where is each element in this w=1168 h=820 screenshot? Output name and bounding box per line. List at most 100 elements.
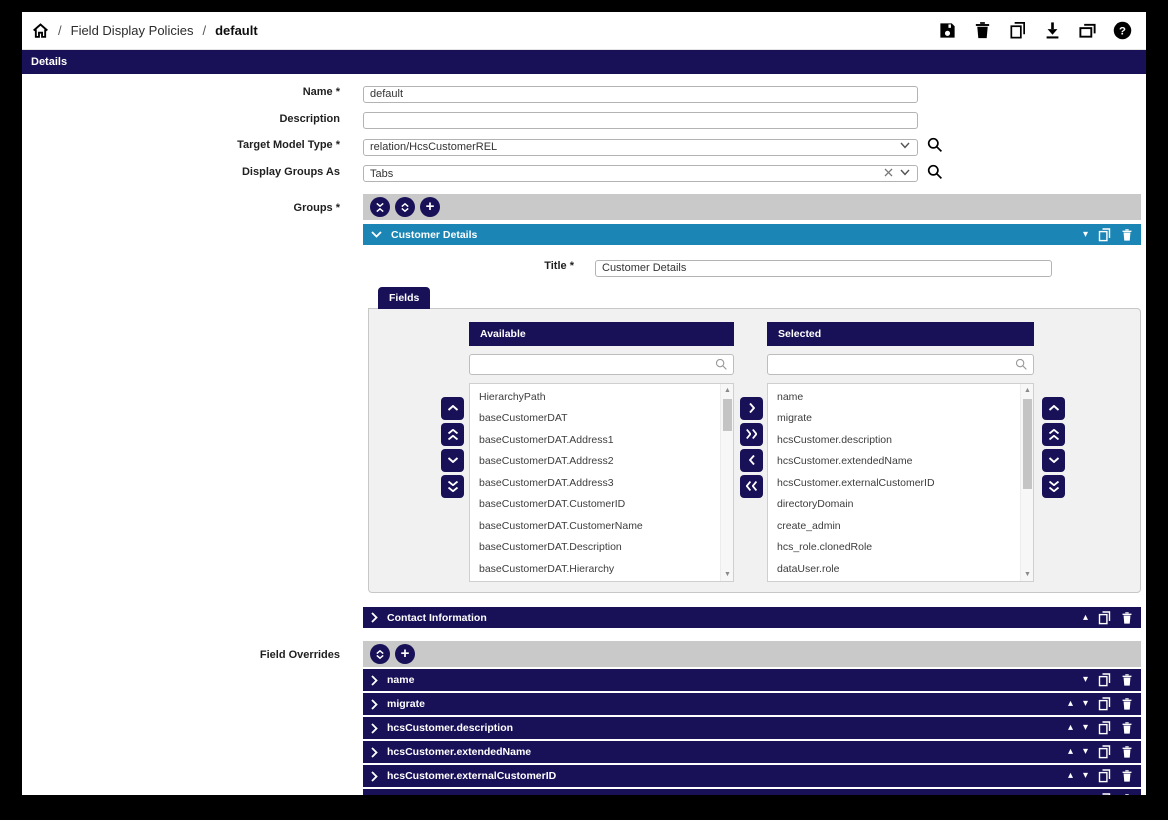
copy-override-icon[interactable]	[1098, 793, 1111, 795]
list-item[interactable]: baseCustomerDAT.Description	[470, 537, 733, 559]
move-down-icon[interactable]: ▾	[1083, 723, 1088, 733]
window-icon[interactable]	[1078, 21, 1097, 40]
list-item[interactable]: migrate	[768, 408, 1033, 430]
delete-override-icon[interactable]	[1121, 673, 1133, 687]
move-to-top-button[interactable]	[1042, 423, 1065, 446]
move-up-icon[interactable]: ▴	[1068, 747, 1073, 757]
scroll-up-icon[interactable]: ▲	[721, 387, 734, 394]
help-icon[interactable]: ?	[1113, 21, 1132, 40]
list-item[interactable]: directoryDomain	[768, 494, 1033, 516]
home-icon[interactable]	[32, 22, 49, 39]
override-row-hcsCustomer-extendedName[interactable]: hcsCustomer.extendedName ▴ ▾	[363, 741, 1141, 763]
delete-override-icon[interactable]	[1121, 793, 1133, 795]
selected-search-input[interactable]	[767, 354, 1034, 375]
move-all-left-button[interactable]	[740, 475, 763, 498]
chevron-right-icon[interactable]	[371, 747, 378, 758]
expand-all-button[interactable]	[370, 644, 390, 664]
add-group-button[interactable]: +	[420, 197, 440, 217]
chevron-right-icon[interactable]	[371, 723, 378, 734]
move-up-icon[interactable]: ▴	[1068, 771, 1073, 781]
copy-override-icon[interactable]	[1098, 769, 1111, 783]
list-item[interactable]: baseCustomerDAT.CustomerID	[470, 494, 733, 516]
name-field[interactable]	[363, 86, 918, 103]
override-row-hcsCustomer-description[interactable]: hcsCustomer.description ▴ ▾	[363, 717, 1141, 739]
move-all-right-button[interactable]	[740, 423, 763, 446]
description-field[interactable]	[363, 112, 918, 129]
title-field[interactable]	[595, 260, 1052, 277]
chevron-down-icon[interactable]	[900, 169, 910, 176]
list-item[interactable]: hcsCustomer.extendedName	[768, 451, 1033, 473]
chevron-right-icon[interactable]	[371, 612, 378, 623]
scroll-up-icon[interactable]: ▲	[1021, 387, 1034, 394]
copy-override-icon[interactable]	[1098, 673, 1111, 687]
move-down-icon[interactable]: ▾	[1083, 747, 1088, 757]
search-icon[interactable]	[927, 164, 943, 180]
move-down-icon[interactable]: ▾	[1083, 699, 1088, 709]
chevron-down-icon[interactable]	[900, 142, 910, 149]
delete-group-icon[interactable]	[1121, 611, 1133, 625]
delete-override-icon[interactable]	[1121, 745, 1133, 759]
expand-all-button[interactable]	[395, 197, 415, 217]
group-header-customer-details[interactable]: Customer Details ▾	[363, 224, 1141, 245]
clear-icon[interactable]	[884, 168, 893, 177]
move-up-icon[interactable]: ▴	[1068, 723, 1073, 733]
copy-override-icon[interactable]	[1098, 697, 1111, 711]
chevron-right-icon[interactable]	[371, 795, 378, 796]
move-down-icon[interactable]: ▾	[1083, 675, 1088, 685]
delete-override-icon[interactable]	[1121, 697, 1133, 711]
list-item[interactable]: create_admin	[768, 516, 1033, 538]
move-up-icon[interactable]: ▴	[1068, 699, 1073, 709]
group-header-contact-information[interactable]: Contact Information ▴	[363, 607, 1141, 628]
list-item[interactable]: baseCustomerDAT	[470, 408, 733, 430]
move-up-button[interactable]	[441, 397, 464, 420]
copy-icon[interactable]	[1008, 21, 1027, 40]
delete-override-icon[interactable]	[1121, 769, 1133, 783]
move-down-button[interactable]	[1042, 449, 1065, 472]
move-to-bottom-button[interactable]	[441, 475, 464, 498]
list-item[interactable]: baseCustomerDAT.Address3	[470, 473, 733, 495]
override-row-hcsCustomer-externalCustomerID[interactable]: hcsCustomer.externalCustomerID ▴ ▾	[363, 765, 1141, 787]
available-scrollbar[interactable]: ▲ ▼	[720, 384, 733, 581]
list-item[interactable]: hcsCustomer.description	[768, 430, 1033, 452]
tab-details[interactable]: Details	[22, 50, 1146, 74]
list-item[interactable]: baseCustomerDAT.CustomerName	[470, 516, 733, 538]
copy-override-icon[interactable]	[1098, 721, 1111, 735]
add-override-button[interactable]: +	[395, 644, 415, 664]
list-item[interactable]: hcsCustomer.externalCustomerID	[768, 473, 1033, 495]
delete-icon[interactable]	[973, 21, 992, 40]
target-model-type-select[interactable]	[363, 139, 918, 156]
list-item[interactable]: HierarchyPath	[470, 387, 733, 409]
list-item[interactable]: dataUser.role	[768, 559, 1033, 581]
list-item[interactable]: hcs_role.clonedRole	[768, 537, 1033, 559]
scroll-down-icon[interactable]: ▼	[1021, 571, 1034, 578]
chevron-right-icon[interactable]	[371, 675, 378, 686]
list-item[interactable]: name	[768, 387, 1033, 409]
download-icon[interactable]	[1043, 21, 1062, 40]
collapse-all-button[interactable]	[370, 197, 390, 217]
delete-override-icon[interactable]	[1121, 721, 1133, 735]
move-down-icon[interactable]: ▾	[1083, 771, 1088, 781]
move-to-bottom-button[interactable]	[1042, 475, 1065, 498]
move-left-button[interactable]	[740, 449, 763, 472]
override-row-name[interactable]: name ▾	[363, 669, 1141, 691]
selected-scrollbar[interactable]: ▲ ▼	[1020, 384, 1033, 581]
list-item[interactable]: baseCustomerDAT.Hierarchy	[470, 559, 733, 581]
search-icon[interactable]	[927, 137, 943, 153]
copy-group-icon[interactable]	[1098, 611, 1111, 625]
move-up-button[interactable]	[1042, 397, 1065, 420]
scroll-down-icon[interactable]: ▼	[721, 571, 734, 578]
chevron-down-icon[interactable]	[371, 231, 382, 238]
list-item[interactable]: baseCustomerDAT.Address2	[470, 451, 733, 473]
copy-group-icon[interactable]	[1098, 228, 1111, 242]
available-search-input[interactable]	[469, 354, 734, 375]
move-down-icon[interactable]: ▾	[1083, 230, 1088, 240]
chevron-right-icon[interactable]	[371, 699, 378, 710]
display-groups-as-select[interactable]	[363, 165, 918, 182]
chevron-right-icon[interactable]	[371, 771, 378, 782]
scrollbar-thumb[interactable]	[723, 399, 732, 431]
save-icon[interactable]	[938, 21, 957, 40]
move-down-button[interactable]	[441, 449, 464, 472]
delete-group-icon[interactable]	[1121, 228, 1133, 242]
override-row-migrate[interactable]: migrate ▴ ▾	[363, 693, 1141, 715]
move-up-icon[interactable]: ▴	[1083, 613, 1088, 623]
